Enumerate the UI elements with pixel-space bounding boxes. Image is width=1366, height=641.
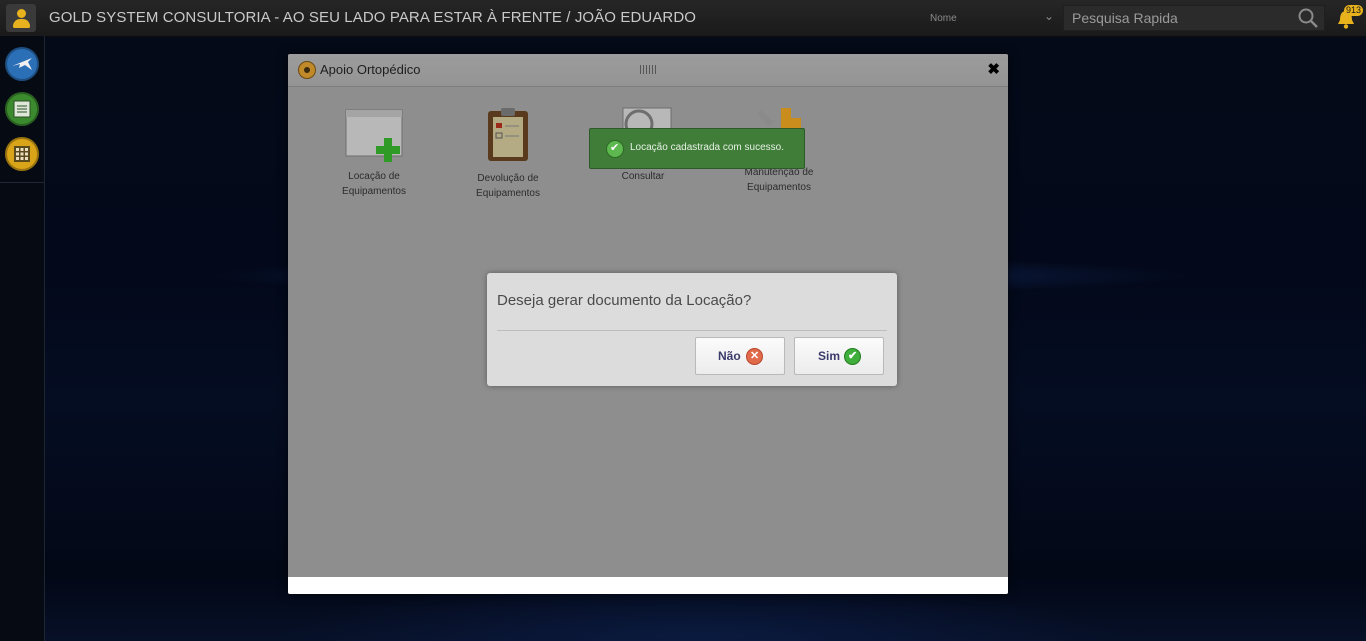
module-icon: [298, 61, 316, 79]
window-plus-icon: [345, 109, 403, 162]
tile-label-line2: Equipamentos: [747, 182, 811, 193]
notifications-count-badge: 913: [1343, 5, 1363, 16]
toast-message: Locação cadastrada com sucesso.: [630, 142, 784, 153]
tile-label-line1: Devolução de: [477, 173, 539, 184]
confirm-dialog: Deseja gerar documento da Locação? Não S…: [487, 273, 897, 386]
sidebar-divider: [0, 182, 44, 183]
cancel-icon: [746, 348, 763, 365]
yes-button[interactable]: Sim: [794, 337, 884, 375]
search-icon[interactable]: [1298, 8, 1318, 28]
list-icon: [13, 100, 31, 118]
sidebar-item-calculator[interactable]: [5, 137, 39, 171]
calculator-icon: [14, 146, 30, 162]
tile-label-line1: Consultar: [621, 171, 665, 182]
success-toast[interactable]: Locação cadastrada com sucesso.: [589, 128, 805, 169]
tile-label-line2: Equipamentos: [476, 188, 540, 199]
sidebar-item-list[interactable]: [5, 92, 39, 126]
dialog-divider: [497, 330, 887, 331]
plane-icon: [12, 58, 32, 70]
no-button[interactable]: Não: [695, 337, 785, 375]
tile-label-line1: Locação de: [348, 171, 400, 182]
window-title: Apoio Ortopédico: [320, 62, 421, 77]
check-icon: [844, 348, 861, 365]
tile-devolucao-equipamentos[interactable]: Devolução de Equipamentos: [468, 106, 548, 201]
quick-search-input[interactable]: [1063, 5, 1325, 31]
app-title: GOLD SYSTEM CONSULTORIA - AO SEU LADO PA…: [49, 9, 697, 26]
user-icon[interactable]: [6, 4, 36, 32]
yes-button-label: Sim: [818, 349, 841, 363]
tile-label-line2: Equipamentos: [342, 186, 406, 197]
clipboard-icon: [488, 108, 528, 161]
search-filter-select[interactable]: Nome ⌄: [924, 6, 1058, 30]
search-filter-value: Nome: [930, 13, 957, 24]
tile-locacao-equipamentos[interactable]: Locação de Equipamentos: [334, 108, 414, 199]
notifications-bell-icon[interactable]: 913: [1335, 5, 1363, 31]
check-circle-icon: [606, 140, 624, 158]
sidebar-item-travel[interactable]: [5, 47, 39, 81]
top-bar: GOLD SYSTEM CONSULTORIA - AO SEU LADO PA…: [0, 0, 1366, 37]
chevron-down-icon: ⌄: [1043, 9, 1054, 23]
no-button-label: Não: [718, 349, 741, 363]
window-header[interactable]: Apoio Ortopédico ✖: [288, 54, 1008, 87]
drag-handle-icon[interactable]: [640, 65, 656, 74]
left-sidebar: [0, 36, 45, 641]
close-icon[interactable]: ✖: [987, 60, 1000, 78]
window-footer: [288, 577, 1008, 594]
confirm-question: Deseja gerar documento da Locação?: [497, 292, 752, 309]
